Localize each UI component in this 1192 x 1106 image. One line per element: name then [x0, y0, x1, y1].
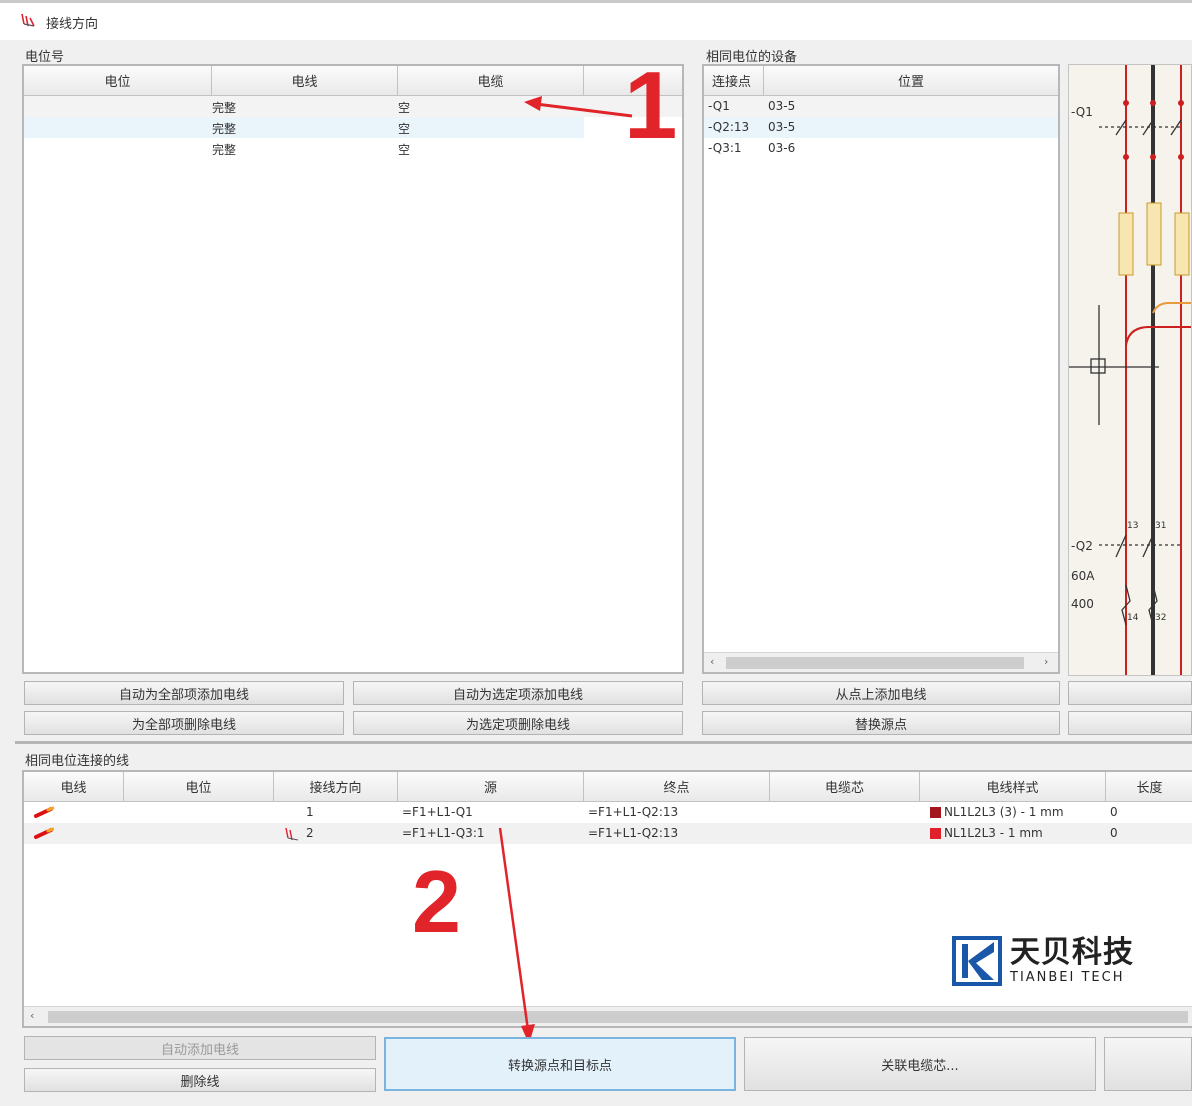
window-titlebar: 接线方向	[0, 0, 1192, 40]
wire-icon	[34, 806, 54, 818]
cut-off-bottom-button[interactable]	[1104, 1037, 1192, 1091]
row-cable: 空	[398, 143, 411, 157]
row-target: =F1+L1-Q2:13	[588, 805, 679, 819]
devices-table[interactable]: 连接点 位置 -Q1 03-5 -Q2:13 03-5 -Q3:1 03-6 ‹…	[702, 64, 1060, 674]
row-cable: 空	[398, 101, 411, 115]
assign-cable-core-button[interactable]: 关联电缆芯...	[744, 1037, 1096, 1091]
schematic-label-60a: 60A	[1071, 569, 1095, 583]
schematic-terminal-14: 14	[1127, 613, 1139, 623]
cut-off-button[interactable]	[1068, 681, 1192, 705]
table-row[interactable]: 2 =F1+L1-Q3:1 =F1+L1-Q2:13 NL1L2L3 - 1 m…	[24, 823, 1192, 844]
schematic-terminal-31: 31	[1155, 521, 1167, 531]
row-position: 03-5	[768, 99, 796, 113]
delete-selected-button[interactable]: 为选定项删除电线	[353, 711, 683, 735]
table-row[interactable]: -Q1 03-5	[704, 96, 1058, 117]
connections-group-label: 相同电位连接的线	[25, 754, 130, 769]
schematic-label-q1: -Q1	[1071, 105, 1093, 119]
splitter[interactable]	[15, 741, 1192, 744]
row-wire: 完整	[212, 143, 237, 157]
table-row[interactable]: 1 =F1+L1-Q1 =F1+L1-Q2:13 NL1L2L3 (3) - 1…	[24, 802, 1192, 823]
style-swatch	[930, 828, 941, 839]
auto-add-all-button[interactable]: 自动为全部项添加电线	[24, 681, 344, 705]
row-source: =F1+L1-Q3:1	[402, 826, 485, 840]
table-row[interactable]: -Q2:13 03-5	[704, 117, 1058, 138]
replace-source-button[interactable]: 替换源点	[702, 711, 1060, 735]
scroll-right-icon[interactable]: ›	[1044, 655, 1048, 668]
scroll-left-icon[interactable]: ‹	[710, 655, 714, 668]
window-title: 接线方向	[46, 17, 99, 32]
col-header-wire[interactable]: 电线	[212, 66, 398, 96]
annotation-step-2: 2	[412, 852, 461, 951]
row-direction: 1	[306, 805, 314, 819]
brand-logo: 天贝科技 TIANBEI TECH	[952, 936, 1152, 988]
table-row[interactable]: -Q3:1 03-6	[704, 138, 1058, 159]
brand-name: 天贝科技	[1010, 935, 1134, 970]
devices-horizontal-scrollbar[interactable]: ‹ ›	[704, 652, 1058, 672]
row-wire: 完整	[212, 122, 237, 136]
col-header-target[interactable]: 终点	[584, 772, 770, 802]
scroll-left-icon[interactable]: ‹	[30, 1009, 34, 1022]
row-source: =F1+L1-Q1	[402, 805, 473, 819]
auto-add-wire-button[interactable]: 自动添加电线	[24, 1036, 376, 1060]
row-direction: 2	[306, 826, 314, 840]
row-cable: 空	[398, 122, 411, 136]
schematic-terminal-13: 13	[1127, 521, 1139, 531]
col-header-wire-style[interactable]: 电线样式	[920, 772, 1106, 802]
row-length: 0	[1110, 826, 1118, 840]
style-text: NL1L2L3 - 1 mm	[944, 826, 1043, 840]
auto-add-selected-button[interactable]: 自动为选定项添加电线	[353, 681, 683, 705]
col-header-wire[interactable]: 电线	[24, 772, 124, 802]
potential-group-label: 电位号	[25, 50, 65, 65]
annotation-arrow-2	[498, 827, 535, 1044]
connections-table[interactable]: 电线 电位 接线方向 源 终点 电缆芯 电线样式 长度 1 =F1+L1-Q1 …	[22, 770, 1192, 1028]
cut-off-button-2[interactable]	[1068, 711, 1192, 735]
schematic-drawing	[1069, 65, 1191, 675]
row-point: -Q2:13	[708, 120, 750, 134]
delete-all-button[interactable]: 为全部项删除电线	[24, 711, 344, 735]
col-header-potential[interactable]: 电位	[124, 772, 274, 802]
row-wire: 完整	[212, 101, 237, 115]
scroll-thumb[interactable]	[48, 1011, 1188, 1023]
annotation-step-1: 1	[624, 52, 678, 159]
wire-direction-icon	[21, 13, 35, 27]
row-style: NL1L2L3 (3) - 1 mm	[930, 805, 1064, 819]
schematic-terminal-32: 32	[1155, 613, 1167, 623]
connections-horizontal-scrollbar[interactable]: ‹	[24, 1006, 1192, 1026]
row-point: -Q1	[708, 99, 730, 113]
row-point: -Q3:1	[708, 141, 742, 155]
row-position: 03-5	[768, 120, 796, 134]
col-header-point[interactable]: 连接点	[704, 66, 764, 96]
col-header-position[interactable]: 位置	[764, 66, 1058, 96]
col-header-source[interactable]: 源	[398, 772, 584, 802]
brand-mark-icon	[952, 936, 1002, 986]
style-swatch	[930, 807, 941, 818]
devices-group-label: 相同电位的设备	[706, 50, 798, 65]
brand-subtitle: TIANBEI TECH	[1010, 970, 1125, 985]
wire-icon	[34, 827, 54, 839]
delete-wire-button[interactable]: 删除线	[24, 1068, 376, 1092]
style-text: NL1L2L3 (3) - 1 mm	[944, 805, 1064, 819]
schematic-label-400: 400	[1071, 597, 1094, 611]
row-style: NL1L2L3 - 1 mm	[930, 826, 1043, 840]
schematic-preview[interactable]: -Q1 -Q2 60A 400 13 31 14 32	[1068, 64, 1192, 676]
col-header-potential[interactable]: 电位	[24, 66, 212, 96]
wire-direction-icon	[285, 827, 299, 841]
row-length: 0	[1110, 805, 1118, 819]
col-header-length[interactable]: 长度	[1106, 772, 1192, 802]
scroll-thumb[interactable]	[726, 657, 1024, 669]
row-target: =F1+L1-Q2:13	[588, 826, 679, 840]
col-header-cable-core[interactable]: 电缆芯	[770, 772, 920, 802]
swap-source-target-button[interactable]: 转换源点和目标点	[384, 1037, 736, 1091]
col-header-direction[interactable]: 接线方向	[274, 772, 398, 802]
add-from-point-button[interactable]: 从点上添加电线	[702, 681, 1060, 705]
row-position: 03-6	[768, 141, 796, 155]
schematic-label-q2: -Q2	[1071, 539, 1093, 553]
